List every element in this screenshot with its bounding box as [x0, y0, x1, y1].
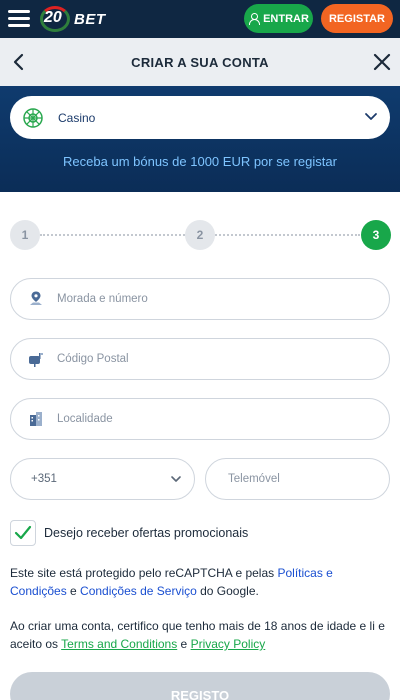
- chevron-down-icon: [365, 113, 377, 120]
- postal-code-placeholder: Código Postal: [57, 353, 129, 365]
- login-label: ENTRAR: [263, 12, 309, 25]
- age-terms-notice: Ao criar uma conta, certifico que tenho …: [10, 617, 390, 653]
- age-and: e: [177, 637, 191, 651]
- product-select[interactable]: Casino: [10, 96, 390, 139]
- promo-checkbox-label: Desejo receber ofertas promocionais: [44, 526, 249, 540]
- phone-code-value: +351: [31, 473, 57, 485]
- logo-number: 20: [44, 9, 62, 26]
- brand-logo[interactable]: 20 BET: [40, 6, 106, 32]
- recaptcha-prefix: Este site está protegido pelo reCAPTCHA …: [10, 566, 278, 580]
- city-placeholder: Localidade: [57, 413, 113, 425]
- terms-of-service-link[interactable]: Condições de Serviço: [80, 584, 197, 598]
- promo-checkbox-row[interactable]: Desejo receber ofertas promocionais: [10, 519, 248, 547]
- close-icon[interactable]: [372, 52, 392, 72]
- chevron-down-icon: [171, 476, 181, 482]
- recaptcha-notice: Este site está protegido pelo reCAPTCHA …: [10, 564, 390, 600]
- checkmark-icon: [14, 525, 32, 540]
- phone-code-select[interactable]: +351: [10, 458, 195, 500]
- top-bar: 20 BET ENTRAR REGISTAR: [0, 0, 400, 38]
- logo-wreath-icon: 20: [40, 6, 70, 32]
- recaptcha-and: e: [66, 584, 81, 598]
- location-pin-icon: [30, 291, 42, 305]
- address-placeholder: Morada e número: [57, 293, 148, 305]
- page-header: CRIAR A SUA CONTA: [0, 38, 400, 86]
- submit-registration-button[interactable]: REGISTO: [10, 672, 390, 700]
- register-button[interactable]: REGISTAR: [321, 4, 393, 33]
- city-field[interactable]: Localidade: [10, 398, 390, 440]
- page-title: CRIAR A SUA CONTA: [131, 54, 269, 70]
- terms-conditions-link[interactable]: Terms and Conditions: [61, 637, 177, 651]
- bonus-banner: Casino Receba um bónus de 1000 EUR por s…: [0, 86, 400, 192]
- building-icon: [30, 412, 42, 426]
- step-indicator: 1 2 3: [10, 220, 391, 250]
- login-button[interactable]: ENTRAR: [244, 4, 313, 33]
- step-3: 3: [361, 220, 391, 250]
- back-arrow-icon[interactable]: [10, 52, 28, 72]
- hamburger-menu-icon[interactable]: [8, 7, 32, 31]
- privacy-policy-link[interactable]: Privacy Policy: [191, 637, 266, 651]
- bonus-text: Receba um bónus de 1000 EUR por se regis…: [63, 154, 337, 169]
- step-1[interactable]: 1: [10, 220, 40, 250]
- register-label: REGISTAR: [328, 12, 386, 25]
- user-icon: [248, 13, 261, 25]
- product-select-value: Casino: [58, 110, 96, 125]
- postal-code-field[interactable]: Código Postal: [10, 338, 390, 380]
- promo-checkbox[interactable]: [10, 520, 36, 546]
- phone-number-field[interactable]: Telemóvel: [205, 458, 390, 500]
- submit-label: REGISTO: [170, 688, 230, 700]
- mailbox-icon: [29, 353, 43, 367]
- step-2[interactable]: 2: [185, 220, 215, 250]
- casino-wheel-icon: [23, 107, 43, 128]
- recaptcha-suffix: do Google.: [196, 584, 259, 598]
- phone-placeholder: Telemóvel: [228, 473, 280, 485]
- address-field[interactable]: Morada e número: [10, 278, 390, 320]
- logo-text: BET: [74, 10, 106, 28]
